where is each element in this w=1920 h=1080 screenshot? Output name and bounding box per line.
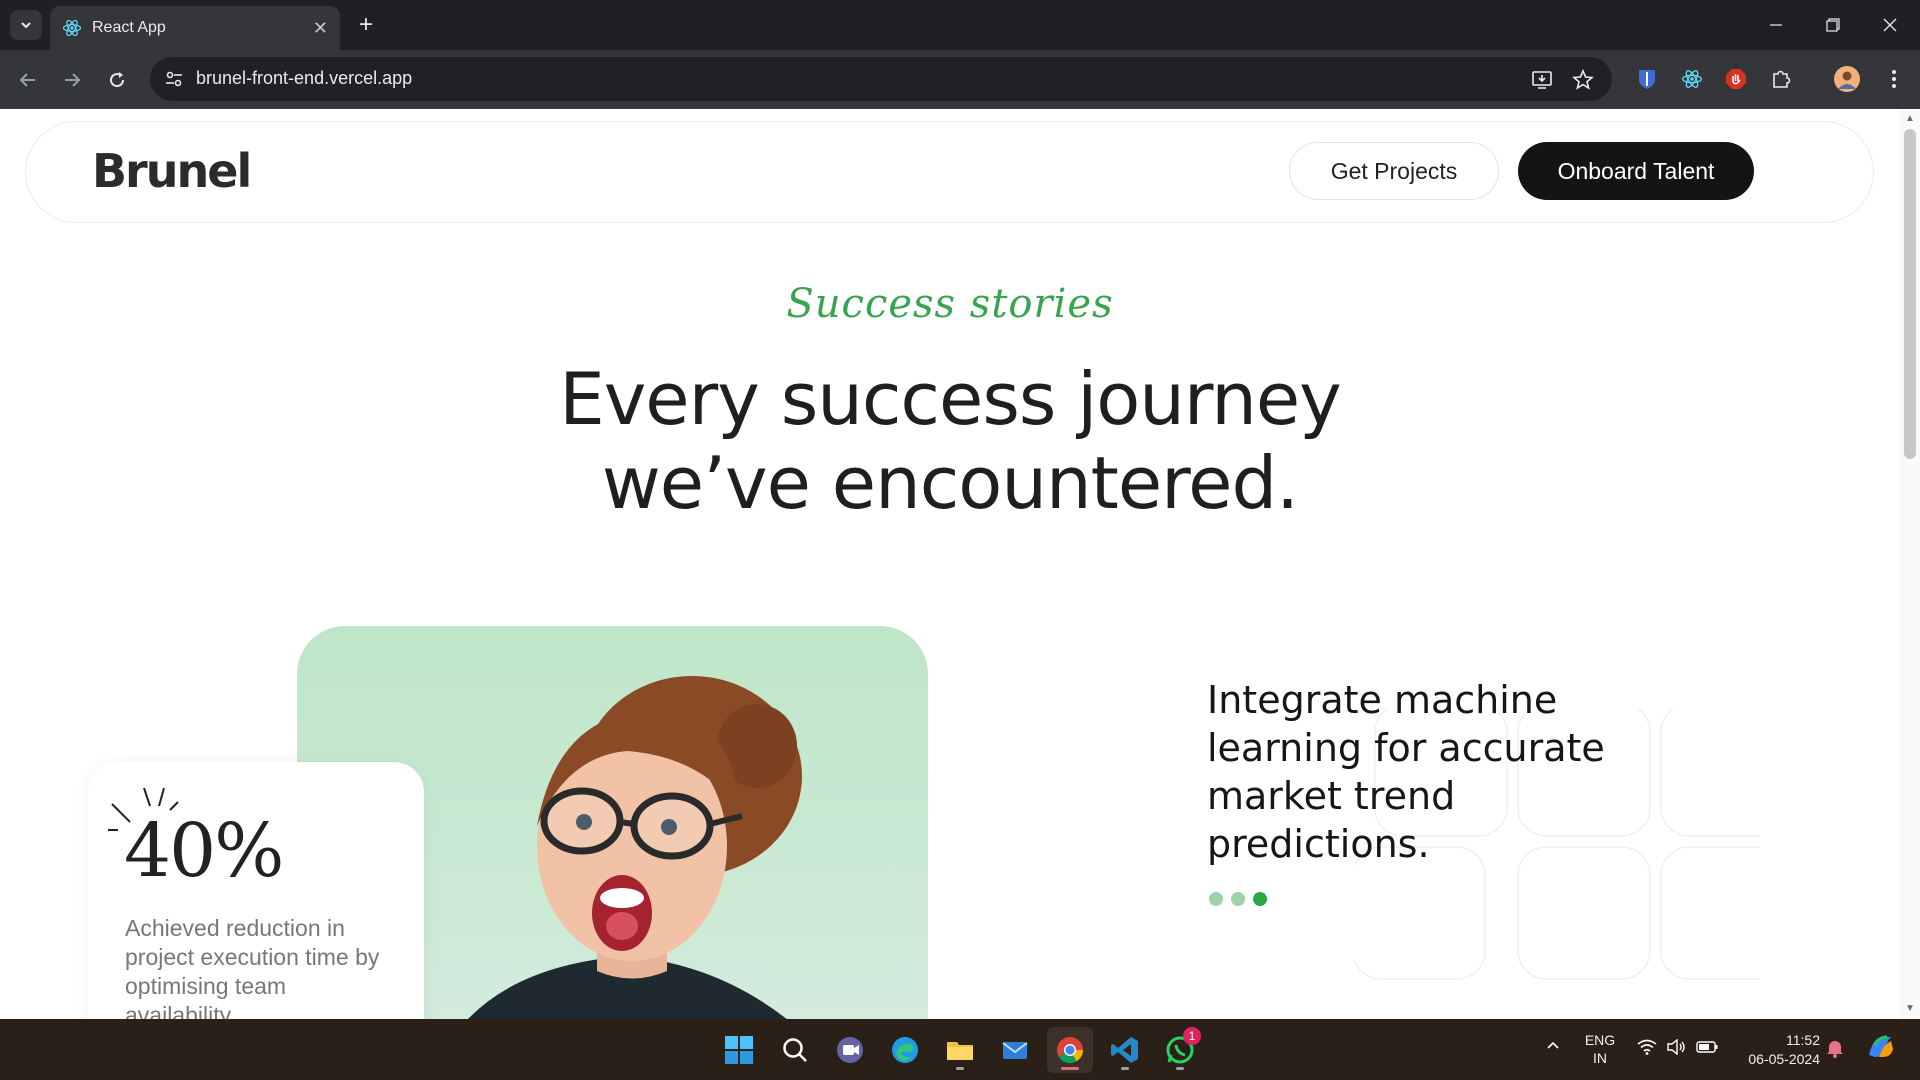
reload-button[interactable]	[99, 62, 135, 98]
browser-menu-icon[interactable]	[1880, 65, 1908, 93]
mail-icon	[1002, 1042, 1028, 1059]
notification-badge: 1	[1183, 1027, 1201, 1045]
carousel-dot[interactable]	[1209, 892, 1223, 906]
bookmark-star-icon[interactable]	[1570, 67, 1596, 93]
url-text[interactable]: brunel-front-end.vercel.app	[196, 68, 412, 89]
running-indicator	[1121, 1067, 1129, 1070]
carousel-dot[interactable]	[1231, 892, 1245, 906]
react-devtools-extension-icon[interactable]	[1678, 65, 1706, 93]
teams-app[interactable]	[827, 1027, 873, 1073]
carousel-dots	[1209, 892, 1267, 906]
battery-icon[interactable]	[1695, 1040, 1719, 1056]
windows-start-icon	[725, 1036, 753, 1064]
running-indicator	[1176, 1067, 1184, 1070]
input-language-indicator[interactable]: ENG IN	[1578, 1031, 1622, 1067]
headline-line-2: we’ve encountered.	[601, 441, 1299, 525]
notification-bell-icon[interactable]	[1824, 1038, 1846, 1061]
region-code: IN	[1593, 1050, 1607, 1066]
browser-tab-bar: React App ✕ +	[0, 0, 1920, 50]
scrollbar-thumb[interactable]	[1904, 129, 1916, 459]
running-indicator	[956, 1067, 964, 1070]
volume-icon[interactable]	[1664, 1038, 1688, 1058]
start-button[interactable]	[716, 1027, 762, 1073]
onboard-talent-button[interactable]: Onboard Talent	[1518, 142, 1754, 200]
arrow-left-icon	[19, 73, 35, 87]
page-scrollbar[interactable]: ▲ ▼	[1900, 109, 1920, 1019]
carousel-dot-active[interactable]	[1253, 892, 1267, 906]
site-header: Brunel Get Projects Onboard Talent	[25, 121, 1874, 223]
restore-icon	[1826, 18, 1840, 32]
extensions-puzzle-icon[interactable]	[1767, 65, 1795, 93]
restore-button[interactable]	[1813, 8, 1853, 42]
browser-tab-active[interactable]: React App ✕	[50, 6, 340, 50]
show-hidden-icons-button[interactable]	[1540, 1037, 1566, 1056]
clock-date: 06-05-2024	[1748, 1051, 1820, 1067]
web-page: Brunel Get Projects Onboard Talent Succe…	[0, 109, 1900, 1019]
forward-button[interactable]	[54, 62, 90, 98]
search-icon	[783, 1038, 807, 1062]
scroll-up-arrow[interactable]: ▲	[1904, 113, 1916, 125]
close-window-button[interactable]	[1870, 8, 1910, 42]
active-indicator	[1061, 1067, 1079, 1070]
file-explorer-icon	[947, 1042, 973, 1060]
whatsapp-app[interactable]: 1	[1157, 1027, 1203, 1073]
chrome-app[interactable]	[1047, 1027, 1093, 1073]
tab-title: React App	[92, 19, 166, 36]
minimize-icon	[1770, 24, 1782, 26]
windows-taskbar: 1 ENG IN 11:52 06-05-2024	[0, 1019, 1920, 1080]
bitwarden-extension-icon[interactable]	[1633, 65, 1661, 93]
arrow-right-icon	[65, 73, 81, 87]
address-bar[interactable]: brunel-front-end.vercel.app	[150, 57, 1612, 101]
edge-app[interactable]	[882, 1027, 928, 1073]
headline-line-1: Every success journey	[559, 357, 1342, 441]
language-code: ENG	[1584, 1032, 1616, 1048]
section-headline: Every success journey we’ve encountered.	[0, 357, 1900, 525]
clock-time: 11:52	[1786, 1032, 1820, 1048]
chrome-icon	[1057, 1037, 1084, 1064]
teams-icon	[837, 1037, 863, 1063]
new-tab-button[interactable]: +	[352, 10, 380, 40]
adblock-extension-icon[interactable]	[1722, 65, 1750, 93]
chevron-up-icon	[1547, 1041, 1559, 1049]
file-explorer-app[interactable]	[937, 1027, 983, 1073]
get-projects-button[interactable]: Get Projects	[1289, 142, 1499, 200]
vscode-app[interactable]	[1102, 1027, 1148, 1073]
browser-toolbar: brunel-front-end.vercel.app	[0, 50, 1920, 109]
testimonial-text: Integrate machine learning for accurate …	[1207, 678, 1605, 866]
edge-icon	[892, 1037, 918, 1063]
vscode-icon	[1111, 1037, 1138, 1063]
brunel-logo[interactable]: Brunel	[92, 144, 252, 198]
minimize-button[interactable]	[1756, 8, 1796, 42]
taskbar-search-button[interactable]	[772, 1027, 818, 1073]
wifi-icon[interactable]	[1635, 1039, 1659, 1058]
stat-card: 40% Achieved reduction in project execut…	[88, 762, 424, 1019]
clock[interactable]: 11:52 06-05-2024	[1728, 1031, 1820, 1069]
site-info-icon[interactable]	[162, 67, 186, 91]
react-logo-icon	[62, 19, 82, 37]
install-app-icon[interactable]	[1529, 67, 1555, 93]
tab-close-icon[interactable]: ✕	[313, 18, 328, 39]
chevron-down-icon	[21, 22, 31, 29]
reload-icon	[110, 72, 125, 88]
back-button[interactable]	[10, 62, 46, 98]
close-icon	[1883, 18, 1897, 32]
stat-description: Achieved reduction in project execution …	[125, 915, 380, 1019]
mail-app[interactable]	[992, 1027, 1038, 1073]
stat-value: 40%	[124, 808, 284, 894]
scroll-down-arrow[interactable]: ▼	[1904, 1003, 1916, 1015]
copilot-icon[interactable]	[1864, 1031, 1898, 1066]
profile-avatar[interactable]	[1833, 65, 1861, 93]
tab-search-dropdown-button[interactable]	[10, 10, 42, 40]
section-eyebrow: Success stories	[786, 281, 1114, 327]
